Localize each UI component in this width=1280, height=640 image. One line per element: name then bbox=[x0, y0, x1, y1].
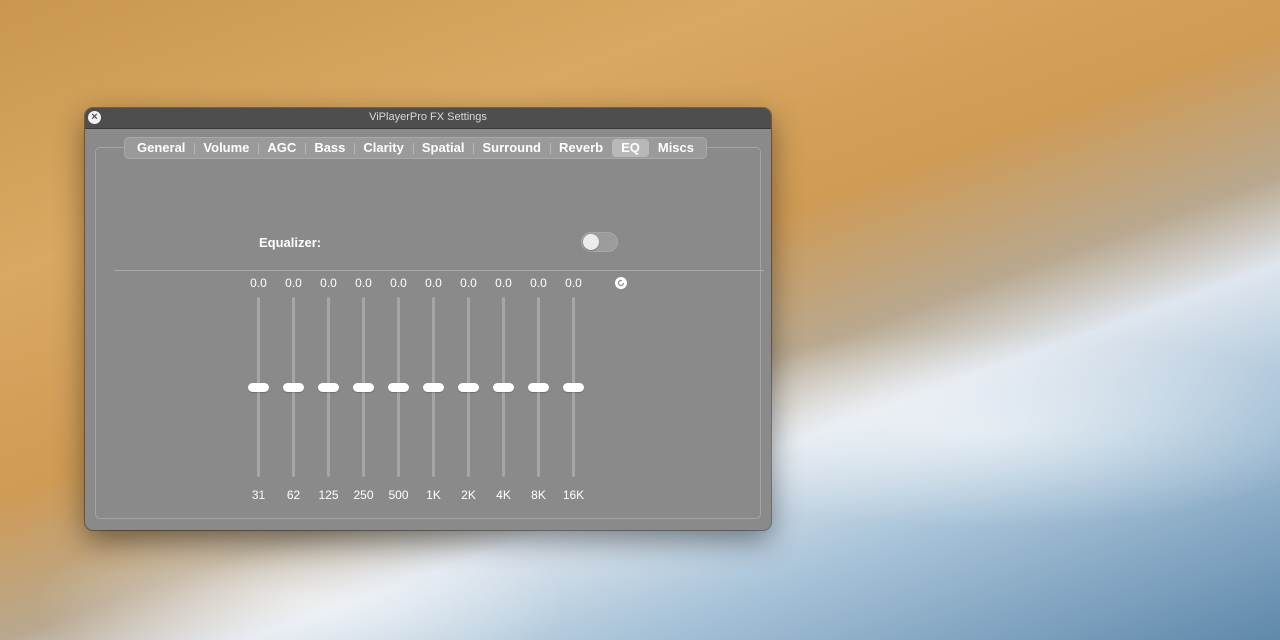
eq-band: 0.0 4K bbox=[486, 276, 521, 506]
tab-volume[interactable]: Volume bbox=[194, 139, 258, 157]
eq-band: 0.0 250 bbox=[346, 276, 381, 506]
eq-band: 0.0 1K bbox=[416, 276, 451, 506]
tab-spatial[interactable]: Spatial bbox=[412, 139, 474, 157]
tab-surround[interactable]: Surround bbox=[473, 139, 550, 157]
tab-agc[interactable]: AGC bbox=[258, 139, 305, 157]
eq-band: 0.0 2K bbox=[451, 276, 486, 506]
band-slider-thumb[interactable] bbox=[423, 383, 444, 392]
tab-miscs[interactable]: Miscs bbox=[649, 139, 703, 157]
band-value-label: 0.0 bbox=[250, 276, 267, 290]
tab-bass[interactable]: Bass bbox=[305, 139, 354, 157]
band-slider-thumb[interactable] bbox=[528, 383, 549, 392]
eq-band: 0.0 500 bbox=[381, 276, 416, 506]
eq-panel: Equalizer: 0.0 31 0.0 62 0.0 125 0.0 250 0.0 500 0… bbox=[95, 147, 764, 519]
equalizer-label: Equalizer: bbox=[259, 235, 322, 250]
reset-icon[interactable] bbox=[615, 277, 627, 289]
band-slider-thumb[interactable] bbox=[458, 383, 479, 392]
window-title: ViPlayerPro FX Settings bbox=[369, 111, 487, 123]
equalizer-toggle[interactable] bbox=[581, 232, 618, 252]
band-value-label: 0.0 bbox=[425, 276, 442, 290]
eq-band: 0.0 8K bbox=[521, 276, 556, 506]
band-value-label: 0.0 bbox=[460, 276, 477, 290]
band-value-label: 0.0 bbox=[530, 276, 547, 290]
band-value-label: 0.0 bbox=[565, 276, 582, 290]
tab-reverb[interactable]: Reverb bbox=[549, 139, 612, 157]
band-slider-thumb[interactable] bbox=[283, 383, 304, 392]
band-value-label: 0.0 bbox=[390, 276, 407, 290]
tab-eq[interactable]: EQ bbox=[612, 139, 649, 157]
tab-general[interactable]: General bbox=[128, 139, 194, 157]
title-bar[interactable]: × ViPlayerPro FX Settings bbox=[85, 108, 771, 129]
eq-band: 0.0 16K bbox=[556, 276, 591, 506]
band-slider-thumb[interactable] bbox=[388, 383, 409, 392]
eq-band: 0.0 31 bbox=[241, 276, 276, 506]
band-value-label: 0.0 bbox=[355, 276, 372, 290]
band-slider-thumb[interactable] bbox=[353, 383, 374, 392]
band-slider-thumb[interactable] bbox=[563, 383, 584, 392]
band-slider-thumb[interactable] bbox=[318, 383, 339, 392]
eq-band: 0.0 125 bbox=[311, 276, 346, 506]
divider bbox=[114, 270, 764, 271]
band-value-label: 0.0 bbox=[285, 276, 302, 290]
fx-settings-window: × ViPlayerPro FX Settings General Volume… bbox=[85, 108, 771, 530]
band-frequency-label: 16K bbox=[562, 488, 585, 502]
tab-clarity[interactable]: Clarity bbox=[354, 139, 412, 157]
band-slider-thumb[interactable] bbox=[248, 383, 269, 392]
band-value-label: 0.0 bbox=[495, 276, 512, 290]
eq-band: 0.0 62 bbox=[276, 276, 311, 506]
band-slider-thumb[interactable] bbox=[493, 383, 514, 392]
band-value-label: 0.0 bbox=[320, 276, 337, 290]
toggle-knob bbox=[583, 234, 599, 250]
tab-bar: General Volume AGC Bass Clarity Spatial … bbox=[124, 137, 707, 159]
